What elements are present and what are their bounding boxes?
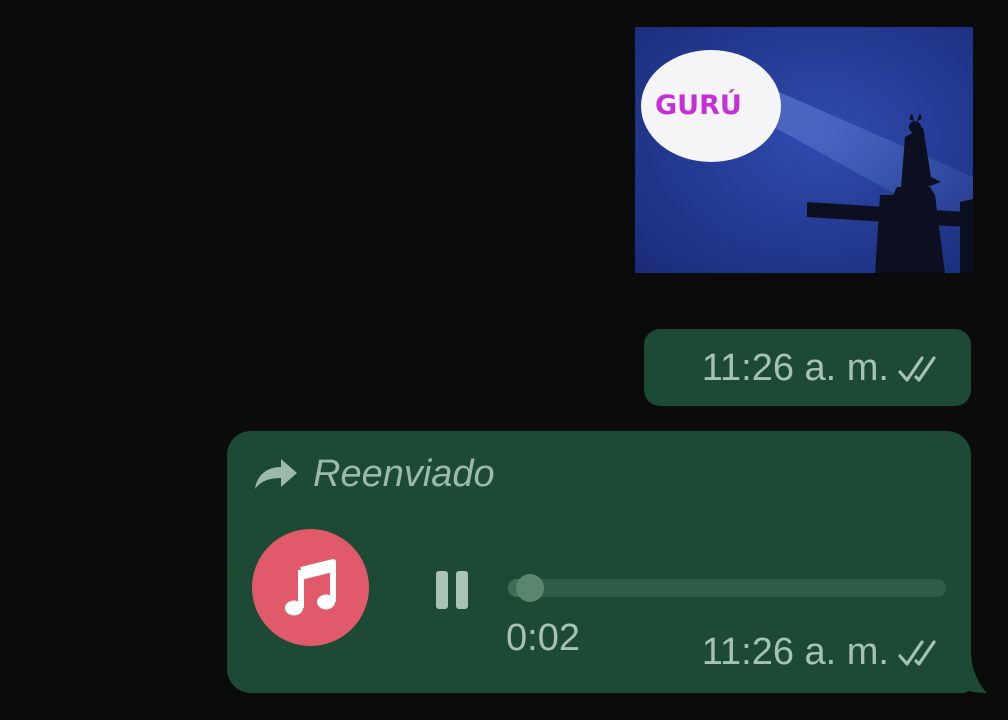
forward-arrow-icon [255, 458, 297, 489]
double-check-icon [898, 355, 936, 382]
image-overlay-text: GURÚ [655, 90, 742, 121]
audio-duration: 0:02 [506, 617, 580, 659]
audio-avatar [252, 529, 369, 646]
message-bubble[interactable]: 11:26 a. m. [644, 329, 971, 406]
message-timestamp: 11:26 a. m. [701, 347, 889, 389]
music-note-icon [284, 558, 336, 615]
message-meta: 11:26 a. m. [702, 347, 943, 390]
pause-icon [436, 571, 448, 609]
message-timestamp: 11:26 a. m. [701, 631, 889, 673]
audio-progress-thumb[interactable] [516, 574, 545, 602]
pause-button[interactable] [427, 565, 477, 615]
message-meta: 11:26 a. m. [702, 631, 943, 674]
chat-view: GURÚ 11:26 a. m. Reenviado 0:02 11:26 a.… [0, 0, 1008, 720]
audio-message-bubble[interactable]: Reenviado 0:02 11:26 a. m. [227, 431, 971, 693]
forwarded-label: Reenviado [313, 453, 495, 495]
image-message-picture [635, 27, 973, 273]
image-message[interactable] [635, 27, 973, 273]
audio-progress-slider[interactable] [508, 574, 946, 602]
double-check-icon [898, 639, 936, 666]
forwarded-indicator: Reenviado [253, 453, 495, 496]
